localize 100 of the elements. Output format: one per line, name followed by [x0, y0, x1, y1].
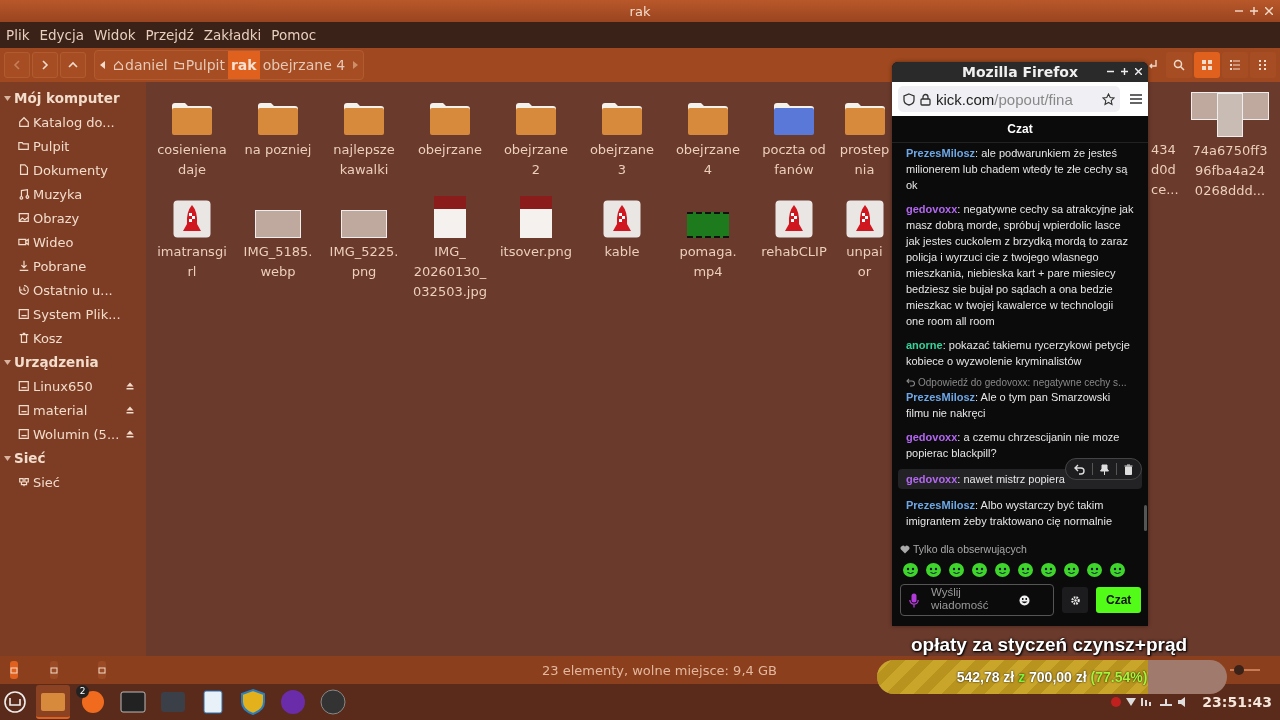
collapse-triangle-icon[interactable]: [4, 455, 11, 461]
breadcrumb-item[interactable]: obejrzane 4: [259, 51, 349, 79]
sidebar-item[interactable]: Obrazy: [33, 210, 80, 226]
emoji-icon[interactable]: [1019, 594, 1030, 606]
eject-icon[interactable]: [126, 430, 134, 438]
file-name[interactable]: rehabCLIP: [761, 242, 827, 262]
slider-thumb[interactable]: [1234, 665, 1244, 675]
file-name[interactable]: 74a6750ff3 96fba4a24 0268ddd...: [1192, 141, 1268, 201]
rocket-icon[interactable]: [845, 200, 884, 238]
sidebar-item[interactable]: Dokumenty: [33, 162, 109, 178]
address-bar[interactable]: kick.com/popout/fina: [898, 86, 1120, 112]
menu-item[interactable]: Zakładki: [203, 27, 262, 43]
document-thumbnail[interactable]: [434, 196, 466, 238]
message-input[interactable]: Wyślij wiadomość: [931, 586, 1007, 614]
file-name[interactable]: itsover.png: [499, 242, 573, 262]
minimize-icon[interactable]: [1107, 68, 1114, 75]
rocket-icon[interactable]: [603, 200, 641, 238]
chat-message[interactable]: gedovoxx: a czemu chrzescijanin nie moze popierac blackpill?: [906, 429, 1134, 461]
sidebar-item[interactable]: Kosz: [33, 330, 63, 346]
emote-icon[interactable]: [948, 561, 965, 578]
file-name[interactable]: cosieniena daje: [157, 140, 227, 180]
rocket-icon[interactable]: [775, 200, 813, 238]
file-name[interactable]: 434 d0d ce...: [1151, 140, 1179, 200]
hide-sidebar-button[interactable]: [98, 661, 106, 679]
sidebar-item[interactable]: Pobrane: [33, 258, 87, 274]
chat-message[interactable]: PrezesMilosz: Albo wystarczy być takim imigrantem żeby traktowano cię normalnie: [906, 497, 1134, 529]
pin-icon[interactable]: [1100, 463, 1109, 475]
file-manager-icon[interactable]: [36, 685, 70, 719]
file-name[interactable]: na pozniej: [244, 140, 312, 160]
collapse-triangle-icon[interactable]: [4, 95, 11, 101]
emote-icon[interactable]: [902, 561, 919, 578]
file-name[interactable]: obejrzane 2: [503, 140, 569, 180]
file-name[interactable]: IMG_5185. webp: [243, 242, 313, 282]
icon-view-button[interactable]: [1194, 52, 1220, 78]
file-name[interactable]: IMG_ 20260130_ 032503.jpg: [413, 242, 487, 302]
settings-button[interactable]: [1062, 587, 1088, 613]
menu-item[interactable]: Pomoc: [271, 27, 317, 43]
places-button[interactable]: [10, 661, 18, 679]
tree-button[interactable]: [50, 661, 58, 679]
close-icon[interactable]: [1135, 68, 1142, 75]
breadcrumb-item[interactable]: Pulpit: [170, 51, 228, 79]
sidebar-item[interactable]: Sieć: [33, 474, 60, 490]
menu-item[interactable]: Plik: [6, 27, 30, 43]
forward-button[interactable]: [32, 52, 58, 78]
file-name[interactable]: imatransgi rl: [157, 242, 227, 282]
sidebar-item[interactable]: Linux650: [33, 378, 93, 394]
chat-message[interactable]: gedovoxx: negatywne cechy sa atrakcyjne jak masz dobrą morde, spróbuj wpierdolic lasce jak jestes cuckolem z brzydką mordą to zaraz policja i wyrzuci cie z twojego wlasnego mieszkania, niebieska kart + pare miesiecy bedziesz sie bujał po sądach a ona bedzie mieszkac w twojej kawalerce w technologii one room all room: [906, 201, 1134, 329]
microphone-icon[interactable]: [909, 592, 919, 608]
eject-icon[interactable]: [126, 406, 134, 414]
maximize-icon[interactable]: [1121, 68, 1128, 75]
eject-icon[interactable]: [126, 382, 134, 390]
start-menu-icon[interactable]: [4, 691, 26, 713]
sidebar-item[interactable]: Muzyka: [33, 186, 83, 202]
file-name[interactable]: unpai or: [846, 242, 883, 282]
file-name[interactable]: pomaga. mp4: [679, 242, 737, 282]
menu-item[interactable]: Widok: [94, 27, 136, 43]
sidebar-heading[interactable]: Urządzenia: [14, 354, 99, 370]
emote-icon[interactable]: [994, 561, 1011, 578]
chat-message[interactable]: anorne: pokazać takiemu rycerzykowi petycje kobiece o wyzwolenie kryminalistów: [906, 337, 1134, 369]
emote-icon[interactable]: [1063, 561, 1080, 578]
document-thumbnail[interactable]: [520, 196, 552, 238]
clock[interactable]: 23:51:43: [1202, 694, 1272, 710]
sidebar-item[interactable]: Ostatnio u...: [33, 282, 113, 298]
sidebar-item[interactable]: material: [33, 402, 88, 418]
emote-icon[interactable]: [1017, 561, 1034, 578]
file-name[interactable]: obejrzane: [417, 140, 483, 160]
file-name[interactable]: obejrzane 4: [675, 140, 741, 180]
emote-icon[interactable]: [1109, 561, 1126, 578]
menu-item[interactable]: Przejdź: [145, 27, 194, 43]
menu-item[interactable]: Edycja: [39, 27, 84, 43]
video-thumbnail[interactable]: [687, 212, 729, 238]
emote-icon[interactable]: [1040, 561, 1057, 578]
sidebar-heading[interactable]: Sieć: [14, 450, 46, 466]
menu-icon[interactable]: [1130, 94, 1142, 104]
sidebar-item[interactable]: Wolumin (5...: [33, 426, 120, 442]
emote-icon[interactable]: [925, 561, 942, 578]
star-icon[interactable]: [1102, 92, 1115, 106]
up-button[interactable]: [60, 52, 86, 78]
file-name[interactable]: kable: [604, 242, 640, 262]
chat-message[interactable]: PrezesMilosz: ale podwarunkiem że jesteś milionerem lub chadem wtedy te złe cechy są ok: [906, 145, 1134, 193]
file-name[interactable]: obejrzane 3: [589, 140, 655, 180]
emote-icon[interactable]: [971, 561, 988, 578]
file-name[interactable]: prostep nia: [839, 140, 890, 180]
sidebar-item[interactable]: Wideo: [33, 234, 74, 250]
delete-icon[interactable]: [1124, 463, 1133, 475]
chat-message[interactable]: PrezesMilosz: Ale o tym pan Smarzowski filmu nie nakręci: [906, 389, 1134, 421]
breadcrumb-item[interactable]: daniel: [110, 51, 171, 79]
collapse-triangle-icon[interactable]: [4, 359, 11, 365]
sidebar-heading[interactable]: Mój komputer: [14, 90, 120, 106]
rocket-icon[interactable]: [173, 200, 211, 238]
emote-icon[interactable]: [1086, 561, 1103, 578]
sidebar-item[interactable]: System Plik...: [33, 306, 121, 322]
send-button[interactable]: Czat: [1096, 587, 1142, 613]
file-name[interactable]: IMG_5225. png: [329, 242, 399, 282]
message-field[interactable]: Wyślij wiadomość: [900, 584, 1054, 616]
sidebar-item[interactable]: Pulpit: [33, 138, 70, 154]
file-name[interactable]: najlepsze kawalki: [333, 140, 395, 180]
reply-icon[interactable]: [1074, 463, 1085, 475]
compact-view-button[interactable]: [1250, 52, 1276, 78]
sidebar-item[interactable]: Katalog do...: [33, 114, 115, 130]
